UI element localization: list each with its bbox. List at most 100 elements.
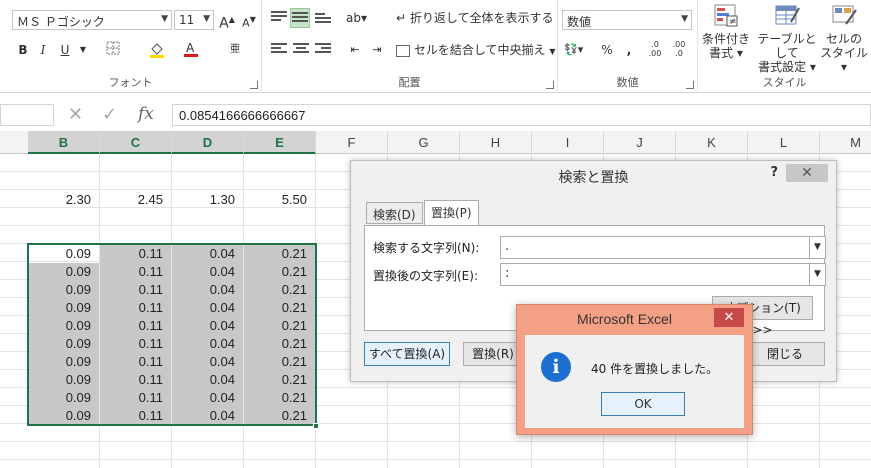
phonetic-icon[interactable]: 亜 xyxy=(226,40,244,60)
cell[interactable]: 0.21 xyxy=(244,371,315,389)
column-header-g[interactable]: G xyxy=(388,131,460,154)
format-as-table-button[interactable]: テーブルとして 書式設定 ▾ xyxy=(752,2,822,74)
align-bottom-icon[interactable] xyxy=(314,8,332,28)
cell[interactable]: 0.04 xyxy=(172,263,243,281)
cell[interactable]: 0.21 xyxy=(244,317,315,335)
cell[interactable]: 0.09 xyxy=(28,245,99,263)
cell[interactable]: 0.11 xyxy=(100,389,171,407)
cell[interactable]: 0.09 xyxy=(28,353,99,371)
cell[interactable]: 0.04 xyxy=(172,407,243,425)
cell[interactable]: 0.11 xyxy=(100,353,171,371)
column-header-i[interactable]: I xyxy=(532,131,604,154)
decrease-indent-icon[interactable]: ⇤ xyxy=(346,40,364,60)
cell[interactable]: 0.21 xyxy=(244,281,315,299)
name-box[interactable] xyxy=(0,104,54,126)
cell-styles-button[interactable]: セルの スタイル ▾ xyxy=(818,2,870,74)
formula-input[interactable]: 0.0854166666666667 xyxy=(172,104,871,126)
cell[interactable]: 2.45 xyxy=(100,191,171,209)
cell[interactable]: 0.21 xyxy=(244,407,315,425)
cell[interactable]: 0.09 xyxy=(28,317,99,335)
replace-button[interactable]: 置換(R) xyxy=(463,342,523,366)
cell[interactable]: 0.21 xyxy=(244,335,315,353)
cell[interactable]: 0.09 xyxy=(28,281,99,299)
underline-dropdown-icon[interactable]: ▼ xyxy=(74,40,92,60)
shrink-font-button[interactable]: A▼ xyxy=(240,10,258,30)
font-name-select[interactable]: ＭＳ Ｐゴシック ▼ xyxy=(12,10,172,30)
cell[interactable]: 0.21 xyxy=(244,389,315,407)
cell[interactable]: 0.11 xyxy=(100,407,171,425)
grow-font-button[interactable]: A▲ xyxy=(218,10,236,32)
cell[interactable]: 0.04 xyxy=(172,317,243,335)
underline-button[interactable]: U xyxy=(56,40,74,60)
orientation-icon[interactable]: ab▾ xyxy=(346,8,367,28)
cell[interactable]: 0.11 xyxy=(100,299,171,317)
column-header-j[interactable]: J xyxy=(604,131,676,154)
close-icon[interactable]: ✕ xyxy=(714,308,744,327)
dialog-launcher-icon[interactable] xyxy=(686,81,694,89)
cell[interactable]: 0.11 xyxy=(100,335,171,353)
replace-all-button[interactable]: すべて置換(A) xyxy=(364,342,450,366)
cell[interactable]: 0.04 xyxy=(172,389,243,407)
border-icon[interactable] xyxy=(104,40,122,60)
tab-replace[interactable]: 置換(P) xyxy=(424,200,479,226)
number-format-select[interactable]: 数値 ▼ xyxy=(562,10,692,30)
cell[interactable]: 0.11 xyxy=(100,263,171,281)
cell[interactable]: 0.04 xyxy=(172,335,243,353)
cell[interactable]: 0.04 xyxy=(172,281,243,299)
column-header-l[interactable]: L xyxy=(748,131,820,154)
cell[interactable]: 0.21 xyxy=(244,353,315,371)
column-header-k[interactable]: K xyxy=(676,131,748,154)
column-header-e[interactable]: E xyxy=(244,131,316,154)
cancel-icon[interactable]: ✕ xyxy=(68,104,83,125)
comma-button[interactable]: , xyxy=(620,40,638,60)
ok-button[interactable]: OK xyxy=(601,392,685,416)
increase-indent-icon[interactable]: ⇥ xyxy=(368,40,386,60)
cell[interactable]: 0.09 xyxy=(28,263,99,281)
chevron-down-icon[interactable]: ▼ xyxy=(809,264,825,285)
column-header-h[interactable]: H xyxy=(460,131,532,154)
dialog-launcher-icon[interactable] xyxy=(546,81,554,89)
cell[interactable]: 0.21 xyxy=(244,245,315,263)
close-icon[interactable]: ✕ xyxy=(786,164,828,182)
cell[interactable]: 0.09 xyxy=(28,371,99,389)
column-header-d[interactable]: D xyxy=(172,131,244,154)
align-right-icon[interactable] xyxy=(314,40,332,60)
cell[interactable]: 0.11 xyxy=(100,371,171,389)
align-center-icon[interactable] xyxy=(292,40,310,60)
decrease-decimal-icon[interactable]: .00.0 xyxy=(670,40,688,60)
align-top-icon[interactable] xyxy=(270,8,288,28)
merge-center-button[interactable]: セルを結合して中央揃え ▼ xyxy=(396,40,555,60)
column-header-c[interactable]: C xyxy=(100,131,172,154)
align-left-icon[interactable] xyxy=(270,40,288,60)
tab-find[interactable]: 検索(D) xyxy=(366,202,423,224)
column-header-b[interactable]: B xyxy=(28,131,100,154)
cell[interactable]: 0.04 xyxy=(172,245,243,263)
cell[interactable]: 0.09 xyxy=(28,407,99,425)
cell[interactable]: 0.21 xyxy=(244,263,315,281)
cell[interactable]: 2.30 xyxy=(28,191,99,209)
cell[interactable]: 0.09 xyxy=(28,335,99,353)
cell[interactable]: 0.04 xyxy=(172,299,243,317)
close-button[interactable]: 閉じる xyxy=(745,342,825,366)
font-size-select[interactable]: 11 ▼ xyxy=(174,10,214,30)
fill-handle[interactable] xyxy=(313,423,319,429)
find-what-input[interactable]: . ▼ xyxy=(500,236,826,259)
conditional-format-button[interactable]: ≠ 条件付き 書式 ▾ xyxy=(700,2,752,60)
cell[interactable]: 0.11 xyxy=(100,317,171,335)
help-button[interactable]: ? xyxy=(770,165,778,180)
cell[interactable]: 0.21 xyxy=(244,299,315,317)
cell[interactable]: 0.04 xyxy=(172,353,243,371)
enter-icon[interactable]: ✓ xyxy=(102,104,117,125)
cell[interactable]: 5.50 xyxy=(244,191,315,209)
chevron-down-icon[interactable]: ▼ xyxy=(809,237,825,258)
currency-icon[interactable]: 💱▾ xyxy=(564,40,583,60)
cell[interactable]: 0.09 xyxy=(28,299,99,317)
cell[interactable]: 0.11 xyxy=(100,281,171,299)
font-color-icon[interactable]: A xyxy=(182,40,200,60)
cell[interactable]: 1.30 xyxy=(172,191,243,209)
dialog-launcher-icon[interactable] xyxy=(250,81,258,89)
replace-with-input[interactable]: : ▼ xyxy=(500,263,826,286)
column-header-m[interactable]: M xyxy=(820,131,871,154)
cell[interactable]: 0.09 xyxy=(28,389,99,407)
increase-decimal-icon[interactable]: .0.00 xyxy=(646,40,664,60)
